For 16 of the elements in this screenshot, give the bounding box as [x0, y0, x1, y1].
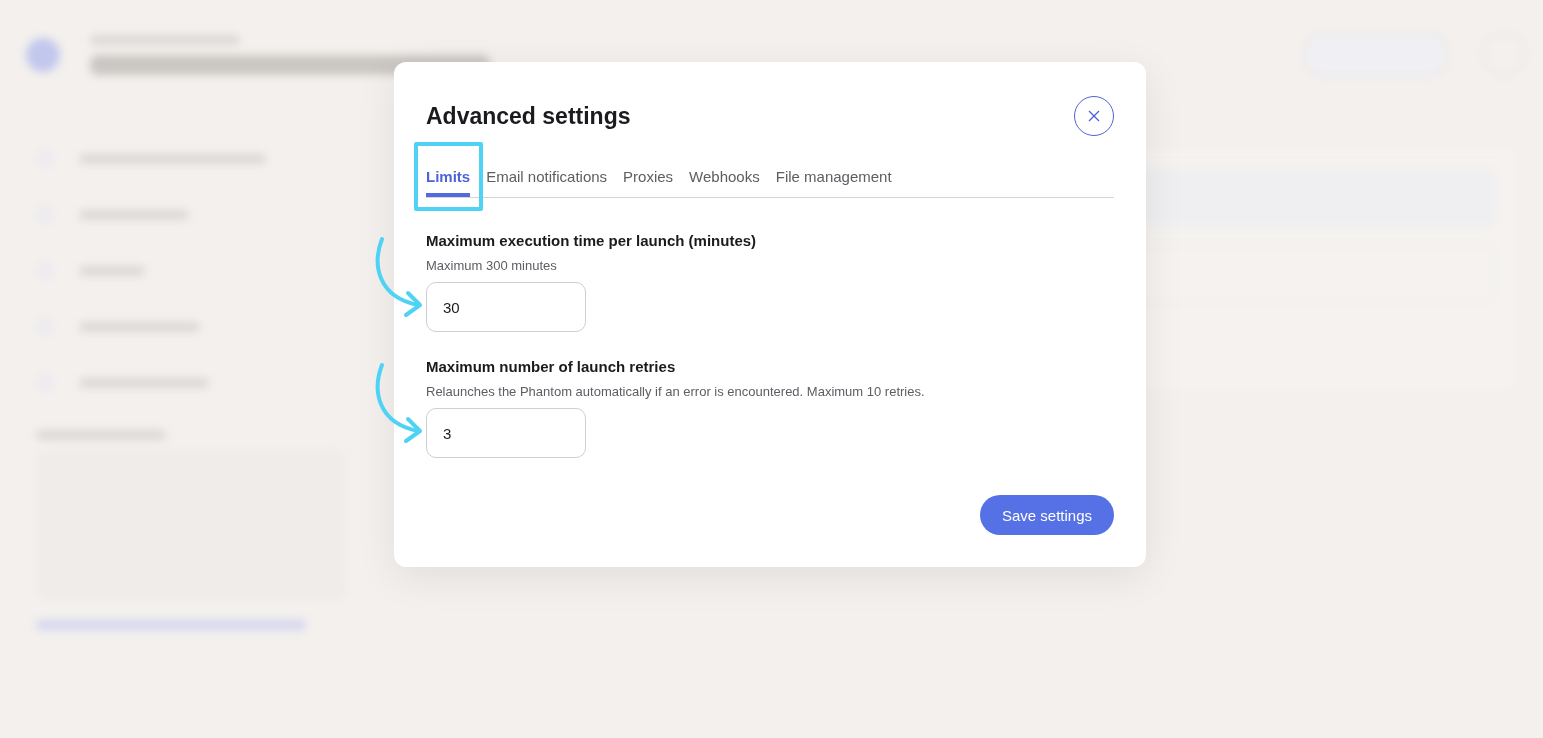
- highlight-frame: [414, 142, 484, 211]
- settings-tab[interactable]: Webhooks: [689, 158, 760, 197]
- settings-tab[interactable]: Proxies: [623, 158, 674, 197]
- dialog-title: Advanced settings: [426, 102, 631, 130]
- number-input[interactable]: 3: [426, 408, 586, 458]
- settings-tab[interactable]: File management: [775, 158, 892, 197]
- close-button[interactable]: [1074, 96, 1114, 136]
- close-icon: [1088, 110, 1100, 122]
- field-label: Maximum execution time per launch (minutes): [426, 232, 758, 249]
- settings-tab[interactable]: Limits: [426, 158, 471, 197]
- field-hint: Maximum 300 minutes: [426, 258, 558, 273]
- save-button[interactable]: Save settings: [979, 495, 1114, 535]
- number-input[interactable]: 30: [426, 282, 586, 332]
- field-label: Maximum number of launch retries: [426, 358, 677, 375]
- field-hint: Relaunches the Phantom automatically if an error is encountered. Maximum 10 retries.: [426, 384, 926, 399]
- settings-tab[interactable]: Email notifications: [486, 158, 608, 197]
